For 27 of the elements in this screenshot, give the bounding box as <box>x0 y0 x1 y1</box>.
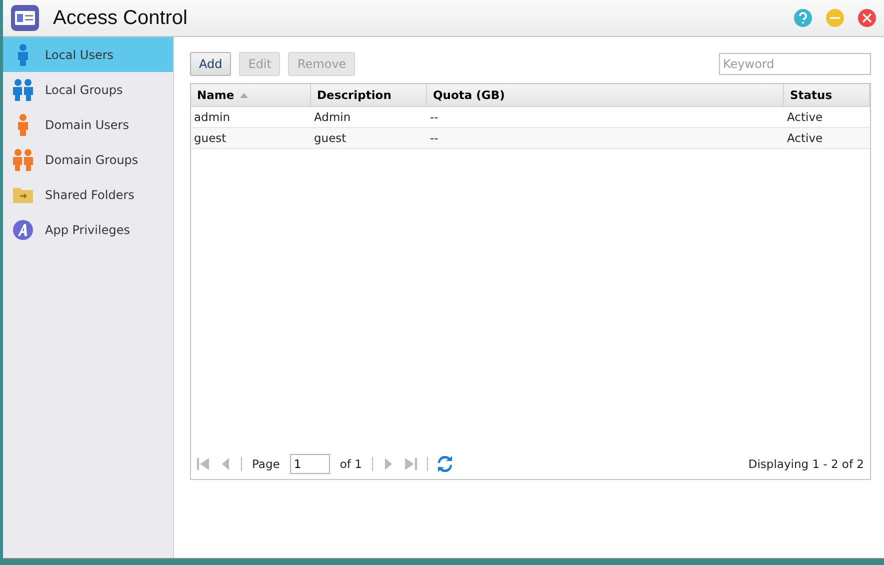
column-header[interactable]: Name <box>191 84 311 107</box>
table-cell: guest <box>191 128 311 149</box>
refresh-icon[interactable] <box>438 456 452 472</box>
column-header[interactable]: Status <box>784 84 870 107</box>
table-cell: -- <box>427 128 784 149</box>
close-icon[interactable] <box>858 9 876 27</box>
search-field[interactable]: Keyword <box>719 53 871 75</box>
table-cell: Active <box>784 128 870 149</box>
sidebar-item[interactable]: Domain Groups <box>3 142 173 177</box>
sort-up-icon <box>240 92 248 98</box>
minimize-icon[interactable] <box>826 9 844 27</box>
sidebar-item[interactable]: Domain Users <box>3 107 173 142</box>
sidebar-item[interactable]: Shared Folders <box>3 177 173 212</box>
window-title: Access Control <box>53 6 188 30</box>
column-header[interactable]: Quota (GB) <box>427 84 784 107</box>
sidebar-item[interactable]: Local Users <box>3 37 173 72</box>
column-header[interactable]: Description <box>311 84 427 107</box>
toolbar-button[interactable]: Add <box>190 52 232 76</box>
table-cell: guest <box>311 128 427 149</box>
sidebar-item[interactable]: Local Groups <box>3 72 173 107</box>
help-icon[interactable] <box>794 9 812 27</box>
sidebar-item[interactable]: App Privileges <box>3 212 173 247</box>
page-label: Page <box>252 457 280 471</box>
page-field[interactable]: 1 <box>290 454 330 474</box>
page-summary: Displaying 1 - 2 of 2 <box>748 457 864 471</box>
page-count: of 1 <box>340 457 362 471</box>
id-card-icon <box>11 5 39 31</box>
